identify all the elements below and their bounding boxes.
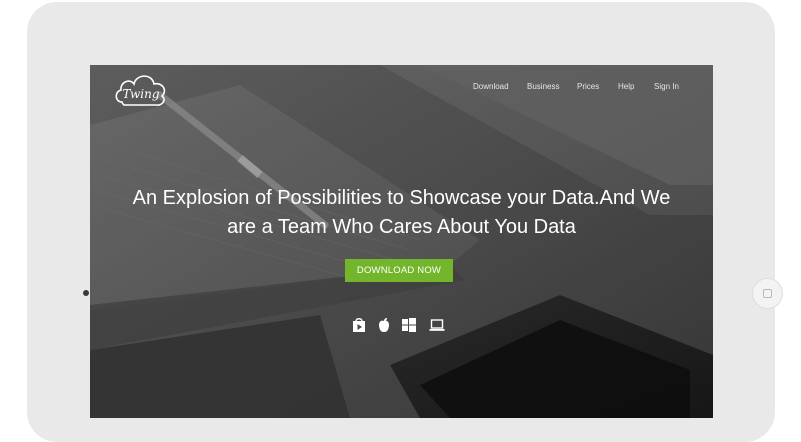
home-button[interactable] bbox=[752, 278, 783, 309]
top-nav: Download Business Prices Help Sign In bbox=[90, 82, 713, 96]
hero-title: An Explosion of Possibilities to Showcas… bbox=[90, 184, 713, 242]
nav-business[interactable]: Business bbox=[527, 82, 559, 91]
nav-prices[interactable]: Prices bbox=[577, 82, 599, 91]
platform-icons bbox=[90, 317, 713, 333]
download-now-button[interactable]: DOWNLOAD NOW bbox=[345, 259, 453, 282]
windows-icon[interactable] bbox=[401, 317, 417, 333]
screen: Twing Download Business Prices Help Sign… bbox=[90, 65, 713, 418]
nav-download[interactable]: Download bbox=[473, 82, 509, 91]
play-store-icon[interactable] bbox=[351, 317, 367, 333]
hero-title-line-1: An Explosion of Possibilities to Showcas… bbox=[132, 187, 671, 210]
nav-help[interactable]: Help bbox=[618, 82, 634, 91]
nav-sign-in[interactable]: Sign In bbox=[654, 82, 679, 91]
hero-title-line-2: are a Team Who Cares About You Data bbox=[227, 216, 576, 239]
apple-icon[interactable] bbox=[376, 317, 392, 333]
laptop-icon[interactable] bbox=[429, 317, 445, 333]
camera-icon bbox=[83, 290, 89, 296]
